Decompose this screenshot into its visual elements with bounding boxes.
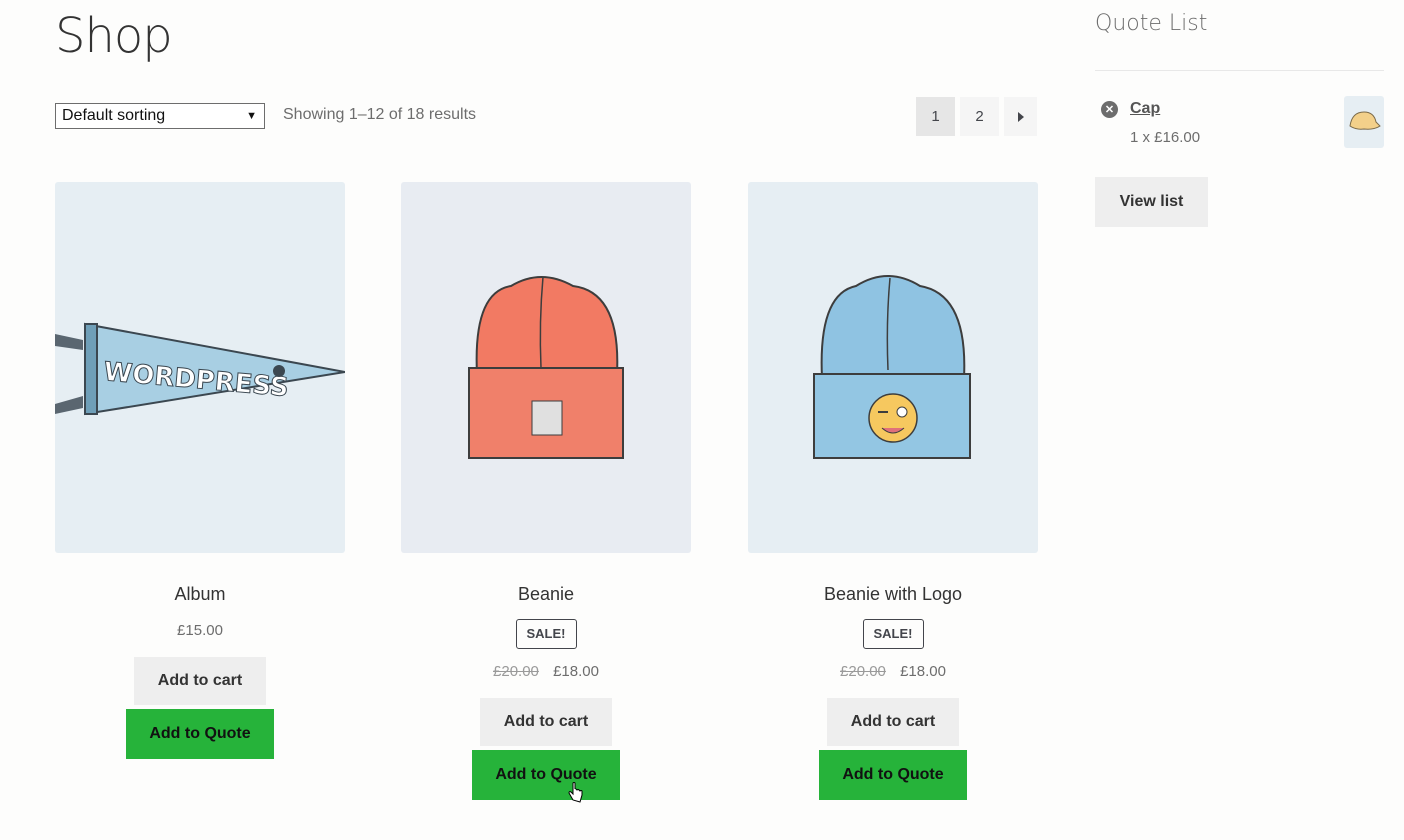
quote-item-quantity: 1 x £16.00 [1130, 129, 1201, 146]
widget-title: Quote List [1095, 11, 1208, 36]
sale-badge: SALE! [862, 619, 924, 649]
add-to-cart-button[interactable]: Add to cart [827, 698, 959, 746]
quote-item-link[interactable]: Cap [1130, 100, 1160, 118]
next-page-link[interactable] [1004, 97, 1037, 136]
page-2-link[interactable]: 2 [960, 97, 999, 136]
sorting-select[interactable]: Default sorting ▼ [55, 103, 265, 129]
price-old: £20.00 [840, 663, 886, 680]
product-price: £15.00 [55, 622, 345, 642]
cap-icon [1349, 111, 1381, 130]
pagination: 1 2 [916, 97, 1037, 136]
view-list-button[interactable]: View list [1095, 177, 1208, 227]
product-name[interactable]: Beanie [401, 584, 691, 606]
add-to-quote-button[interactable]: Add to Quote [472, 750, 620, 800]
product-card: WORDPRESS Album £15.00 Add to cart Add t… [55, 182, 345, 759]
page-title: Shop [55, 8, 173, 64]
sale-badge-wrap: SALE! [748, 619, 1038, 649]
result-count: Showing 1–12 of 18 results [283, 106, 477, 123]
product-image[interactable] [401, 182, 691, 553]
quote-item-thumbnail[interactable] [1344, 96, 1384, 148]
sale-badge: SALE! [515, 619, 577, 649]
sorting-select-value: Default sorting [62, 107, 166, 124]
product-card: Beanie SALE! £20.00 £18.00 Add to cart A… [401, 182, 691, 800]
remove-item-icon[interactable]: ✕ [1101, 101, 1118, 118]
product-price: £20.00 £18.00 [748, 663, 1038, 683]
price-old: £20.00 [493, 663, 539, 680]
product-name[interactable]: Album [55, 584, 345, 606]
product-price: £20.00 £18.00 [401, 663, 691, 683]
add-to-quote-button[interactable]: Add to Quote [819, 750, 967, 800]
price-current: £15.00 [177, 622, 223, 639]
product-image[interactable] [748, 182, 1038, 553]
product-name[interactable]: Beanie with Logo [748, 584, 1038, 606]
shop-main: Shop Default sorting ▼ Showing 1–12 of 1… [55, 0, 1038, 840]
add-to-cart-button[interactable]: Add to cart [134, 657, 266, 705]
wordpress-pennant-image: WORDPRESS [55, 322, 345, 416]
price-current: £18.00 [900, 663, 946, 680]
caret-right-icon [1017, 111, 1024, 122]
hand-cursor-icon [568, 782, 583, 803]
price-current: £18.00 [553, 663, 599, 680]
blue-beanie-image [813, 275, 971, 459]
orange-beanie-image [468, 276, 624, 459]
page-1: 1 [916, 97, 955, 136]
add-to-quote-button[interactable]: Add to Quote [126, 709, 274, 759]
dropdown-arrow-icon: ▼ [246, 110, 257, 122]
sale-badge-wrap: SALE! [401, 619, 691, 649]
divider [1095, 70, 1384, 71]
product-card: Beanie with Logo SALE! £20.00 £18.00 Add… [748, 182, 1038, 800]
add-to-cart-button[interactable]: Add to cart [480, 698, 612, 746]
product-image[interactable]: WORDPRESS [55, 182, 345, 553]
